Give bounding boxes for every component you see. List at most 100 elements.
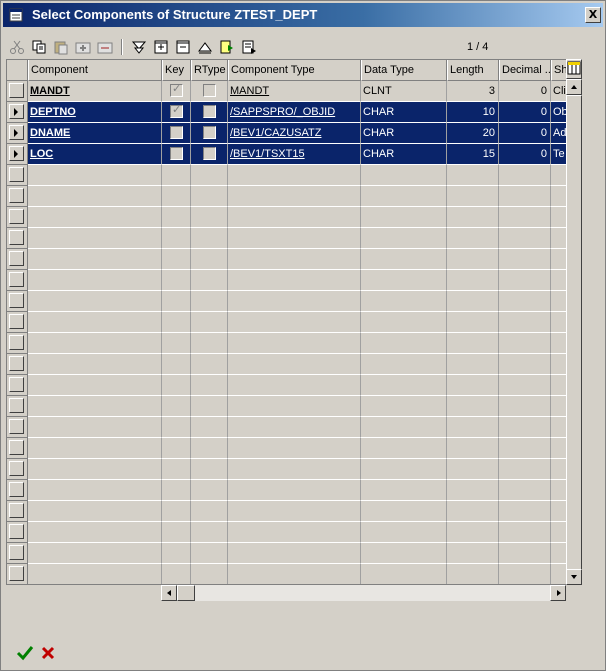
- row-selector-button[interactable]: [9, 293, 24, 308]
- cell-length[interactable]: [447, 543, 499, 564]
- checkbox[interactable]: ✓: [170, 82, 183, 97]
- row-selector-button[interactable]: [9, 335, 24, 350]
- cell-component-type[interactable]: [228, 522, 361, 543]
- export-button[interactable]: [217, 37, 237, 57]
- paste-button[interactable]: [51, 37, 71, 57]
- cell-length[interactable]: [447, 375, 499, 396]
- cell-key[interactable]: [162, 228, 191, 249]
- cell-component[interactable]: [28, 564, 162, 584]
- table-row[interactable]: [7, 501, 566, 522]
- cell-data-type[interactable]: [361, 459, 447, 480]
- cell-component[interactable]: [28, 501, 162, 522]
- cell-short-text[interactable]: [551, 291, 566, 312]
- cell-decimal[interactable]: [499, 333, 551, 354]
- row-selector[interactable]: [7, 543, 28, 564]
- checkbox[interactable]: [170, 126, 183, 139]
- row-selector-button[interactable]: [9, 356, 24, 371]
- row-selector-button[interactable]: [9, 167, 24, 182]
- row-selector-button[interactable]: [9, 566, 24, 581]
- cell-length[interactable]: [447, 459, 499, 480]
- cell-data-type[interactable]: [361, 249, 447, 270]
- cell-decimal[interactable]: [499, 354, 551, 375]
- cell-rtype[interactable]: [191, 438, 228, 459]
- table-row[interactable]: [7, 228, 566, 249]
- cell-decimal[interactable]: [499, 396, 551, 417]
- cell-length[interactable]: 15: [447, 144, 499, 165]
- cell-rtype[interactable]: [191, 144, 228, 165]
- table-row[interactable]: LOC/BEV1/TSXT15 CHAR 15 0 Te: [7, 144, 566, 165]
- cell-decimal[interactable]: [499, 417, 551, 438]
- cell-component-type[interactable]: [228, 501, 361, 522]
- table-row[interactable]: [7, 249, 566, 270]
- horizontal-scrollbar[interactable]: [161, 585, 566, 601]
- cell-short-text[interactable]: [551, 375, 566, 396]
- cell-short-text[interactable]: [551, 207, 566, 228]
- cell-key[interactable]: [162, 249, 191, 270]
- table-row[interactable]: [7, 480, 566, 501]
- cell-decimal[interactable]: [499, 480, 551, 501]
- cell-component-type[interactable]: [228, 207, 361, 228]
- cell-rtype[interactable]: [191, 564, 228, 584]
- row-selector-button[interactable]: [9, 440, 24, 455]
- cell-component-type[interactable]: MANDT: [228, 81, 361, 102]
- cell-length[interactable]: [447, 228, 499, 249]
- cell-length[interactable]: [447, 396, 499, 417]
- cell-length[interactable]: [447, 312, 499, 333]
- cell-key[interactable]: [162, 270, 191, 291]
- row-selector[interactable]: [7, 459, 28, 480]
- cell-component[interactable]: DEPTNO: [28, 102, 162, 123]
- cell-data-type[interactable]: [361, 480, 447, 501]
- ok-button[interactable]: [15, 643, 35, 663]
- checkbox[interactable]: [170, 147, 183, 160]
- cell-component[interactable]: [28, 522, 162, 543]
- header-short-text[interactable]: Sh: [551, 60, 566, 81]
- table-row[interactable]: [7, 438, 566, 459]
- cell-length[interactable]: [447, 165, 499, 186]
- row-selector-button[interactable]: [9, 524, 24, 539]
- cell-component-type[interactable]: [228, 375, 361, 396]
- table-row[interactable]: MANDT ✓ MANDT CLNT 3 0 Cli: [7, 81, 566, 102]
- checkbox[interactable]: [203, 105, 216, 118]
- cell-component-type[interactable]: /BEV1/CAZUSATZ: [228, 123, 361, 144]
- cell-decimal[interactable]: 0: [499, 81, 551, 102]
- cell-key[interactable]: [162, 291, 191, 312]
- cell-length[interactable]: [447, 207, 499, 228]
- row-selector[interactable]: [7, 417, 28, 438]
- cell-component-type[interactable]: [228, 354, 361, 375]
- row-selector[interactable]: [7, 249, 28, 270]
- row-selector-button[interactable]: [9, 482, 24, 497]
- table-row[interactable]: [7, 459, 566, 480]
- cell-component-type[interactable]: [228, 228, 361, 249]
- cell-length[interactable]: [447, 291, 499, 312]
- cell-rtype[interactable]: [191, 249, 228, 270]
- cell-short-text[interactable]: [551, 186, 566, 207]
- collapse-button[interactable]: [173, 37, 193, 57]
- cell-component-type[interactable]: [228, 564, 361, 584]
- cancel-button[interactable]: [38, 643, 58, 663]
- table-row[interactable]: [7, 543, 566, 564]
- print-button[interactable]: [239, 37, 259, 57]
- cell-component-type[interactable]: [228, 312, 361, 333]
- row-selector-button[interactable]: [9, 461, 24, 476]
- row-selector-button[interactable]: [9, 419, 24, 434]
- cell-decimal[interactable]: [499, 186, 551, 207]
- cell-rtype[interactable]: [191, 543, 228, 564]
- table-row[interactable]: [7, 375, 566, 396]
- cell-rtype[interactable]: [191, 522, 228, 543]
- table-row[interactable]: [7, 291, 566, 312]
- cell-key[interactable]: [162, 438, 191, 459]
- row-selector-button[interactable]: [9, 377, 24, 392]
- cell-data-type[interactable]: [361, 312, 447, 333]
- cell-key[interactable]: [162, 333, 191, 354]
- cell-key[interactable]: [162, 501, 191, 522]
- cell-decimal[interactable]: [499, 165, 551, 186]
- select-all-corner[interactable]: [7, 60, 28, 81]
- cell-length[interactable]: [447, 417, 499, 438]
- cell-decimal[interactable]: [499, 522, 551, 543]
- cell-short-text[interactable]: [551, 417, 566, 438]
- row-selector[interactable]: [7, 480, 28, 501]
- cell-short-text[interactable]: [551, 438, 566, 459]
- cell-rtype[interactable]: [191, 396, 228, 417]
- cell-decimal[interactable]: [499, 564, 551, 584]
- cell-rtype[interactable]: [191, 270, 228, 291]
